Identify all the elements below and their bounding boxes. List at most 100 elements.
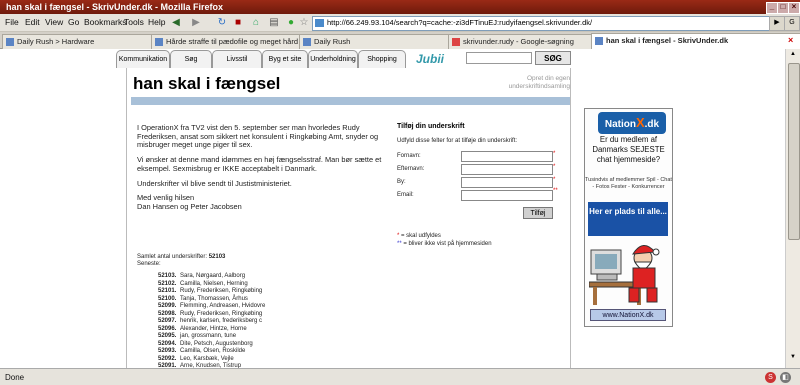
hidden-note: ** = bliver ikke vist på hjemmesiden [397,241,492,247]
santa-computer-illustration [589,245,660,305]
required-marker: * [553,151,556,157]
firstname-label: Fornavn: [397,153,421,159]
signature-row: 52094. Dite, Petsch, Augustenborg [158,341,276,349]
reload-icon[interactable]: ↻ [216,17,228,29]
signature-name: Leo, Karsbæk, Vejle [180,355,234,362]
menu-go[interactable]: Go [68,17,79,27]
latest-label: Seneste: [137,261,161,267]
lastname-label: Efternavn: [397,166,425,172]
vertical-scrollbar[interactable]: ▲ ▼ [785,49,800,368]
address-url: http://66.249.93.104/search?q=cache:-zi3… [327,18,593,27]
tab-label: han skal i fængsel - SkrivUnder.dk [606,36,729,45]
signature-row: 52093. Camilla, Olsen, Roskilde [158,348,276,356]
tab-label: Daily Rush > Hardware [17,37,95,46]
site-nav-byg-et-site[interactable]: Byg et site [262,50,308,68]
stop-icon[interactable]: ■ [232,17,244,29]
hidden-star: ** [397,241,402,247]
tab-favicon-icon [6,38,14,46]
bookmark-icon[interactable]: ☆ [298,17,310,29]
tab-favicon-icon [303,38,311,46]
tab-daily-rush-hardware[interactable]: Daily Rush > Hardware [2,34,166,49]
tab-daily-rush[interactable]: Daily Rush [299,34,463,49]
signature-row: 52101. Rudy, Frederiksen, Ringkøbing [158,288,276,296]
signature-name: Flemming, Andreasen, Hvidovre [180,303,266,309]
scroll-down-icon[interactable]: ▼ [788,354,798,364]
site-nav-kommunikation[interactable]: Kommunikation [116,50,170,68]
jubii-logo[interactable]: Jubii [416,52,464,66]
back-icon[interactable]: ◀ [170,17,182,29]
petition-signoff: Med venlig hilsen Dan Hansen og Peter Ja… [137,193,242,211]
scroll-up-icon[interactable]: ▲ [788,51,798,61]
petition-text: I OperationX fra TV2 vist den 5. septemb… [137,123,387,218]
title-divider [131,97,570,105]
signature-row: 52095. jan, grossmann, tune [158,333,276,341]
create-petition-link[interactable]: Opret din egen underskriftindsamling [488,75,570,91]
tab-haarde-straffe[interactable]: Hårde straffe til pædofile og meget hård… [151,34,314,49]
required-note: * = skal udfyldes [397,233,441,239]
signature-number: 52102. [158,280,177,287]
signature-number: 52098. [158,310,177,317]
tab-label: skrivunder.rudy - Google-søgning [463,37,574,46]
required-marker: * [553,164,556,170]
add-signature-button[interactable]: Tilføj [523,207,553,219]
hidden-note-text: = bliver ikke vist på hjemmesiden [403,241,492,247]
site-nav-livsstil[interactable]: Livsstil [212,50,262,68]
menu-file[interactable]: File [5,17,19,27]
status-bar: Done S ◧ [0,368,800,385]
ad-url[interactable]: www.NationX.dk [590,309,666,321]
city-field[interactable] [461,177,553,188]
signature-number: 52092. [158,355,177,362]
site-nav-soeg[interactable]: Søg [170,50,212,68]
close-tab-icon[interactable]: × [788,35,793,45]
forward-icon[interactable]: ▶ [190,17,202,29]
signature-name: jan, grossmann, tune [180,333,237,339]
menu-tools[interactable]: Tools [124,17,144,27]
menu-help[interactable]: Help [148,17,165,27]
signature-number: 52100. [158,295,177,302]
status-extension-icon[interactable]: ◧ [780,372,791,383]
signature-number: 52095. [158,333,177,339]
print-icon[interactable]: ▤ [268,17,280,29]
signature-name: Rudy, Frederiksen, Ringkøbing [180,288,263,294]
scroll-thumb[interactable] [788,63,800,240]
tab-favicon-icon [452,38,460,46]
home-icon[interactable]: ⌂ [250,17,262,29]
email-field[interactable] [461,190,553,201]
go-icon[interactable]: ● [285,17,297,29]
menu-edit[interactable]: Edit [25,17,40,27]
signature-number: 52103. [158,273,177,279]
signature-name: Camilla, Nielsen, Herning [180,280,248,287]
signature-name: Dite, Petsch, Augustenborg [180,340,253,347]
signature-row: 52098. Rudy, Frederiksen, Ringkøbing [158,311,276,319]
adblock-icon[interactable]: S [765,372,776,383]
lastname-field[interactable] [461,164,553,175]
tab-label: Daily Rush [314,37,351,46]
signature-name: Alexander, Hintze, Horne [180,325,247,332]
close-window-button[interactable]: × [788,2,800,14]
tab-label: Hårde straffe til pædofile og meget hård… [166,37,313,46]
window-title: han skal i fængsel - SkrivUnder.dk - Moz… [6,2,224,12]
signature-name: Tanja, Thomassen, Århus [180,295,248,302]
nationx-logo[interactable]: NationX.dk [598,112,666,134]
menu-bookmarks[interactable]: Bookmarks [84,17,127,27]
address-bar[interactable]: http://66.249.93.104/search?q=cache:-zi3… [312,16,782,31]
signature-number: 52096. [158,325,177,332]
signature-row: 52099. Flemming, Andreasen, Hvidovre [158,303,276,311]
tab-han-skal-i-faengsel[interactable]: han skal i fængsel - SkrivUnder.dk [591,33,800,50]
go-button-icon[interactable]: ▶ [769,16,785,31]
logo-part: .dk [644,119,660,130]
jubii-search-input[interactable] [466,52,532,64]
signature-number: 52099. [158,303,177,309]
jubii-search-button[interactable]: SØG [535,51,571,65]
site-nav-shopping[interactable]: Shopping [358,50,406,68]
menu-view[interactable]: View [45,17,63,27]
search-engine-icon[interactable]: G [784,16,800,31]
tab-google-search[interactable]: skrivunder.rudy - Google-søgning [448,34,606,49]
page-favicon-icon [315,19,324,27]
status-text: Done [5,373,25,382]
site-nav-underholdning[interactable]: Underholdning [308,50,358,68]
firstname-field[interactable] [461,151,553,162]
petition-paragraph: Vi ønsker at denne mand idømmes en høj f… [137,155,382,173]
logo-part: Nation [604,119,636,130]
ad-subtext: Tusindvis af medlemmer Spil - Chat - Fot… [585,177,672,190]
